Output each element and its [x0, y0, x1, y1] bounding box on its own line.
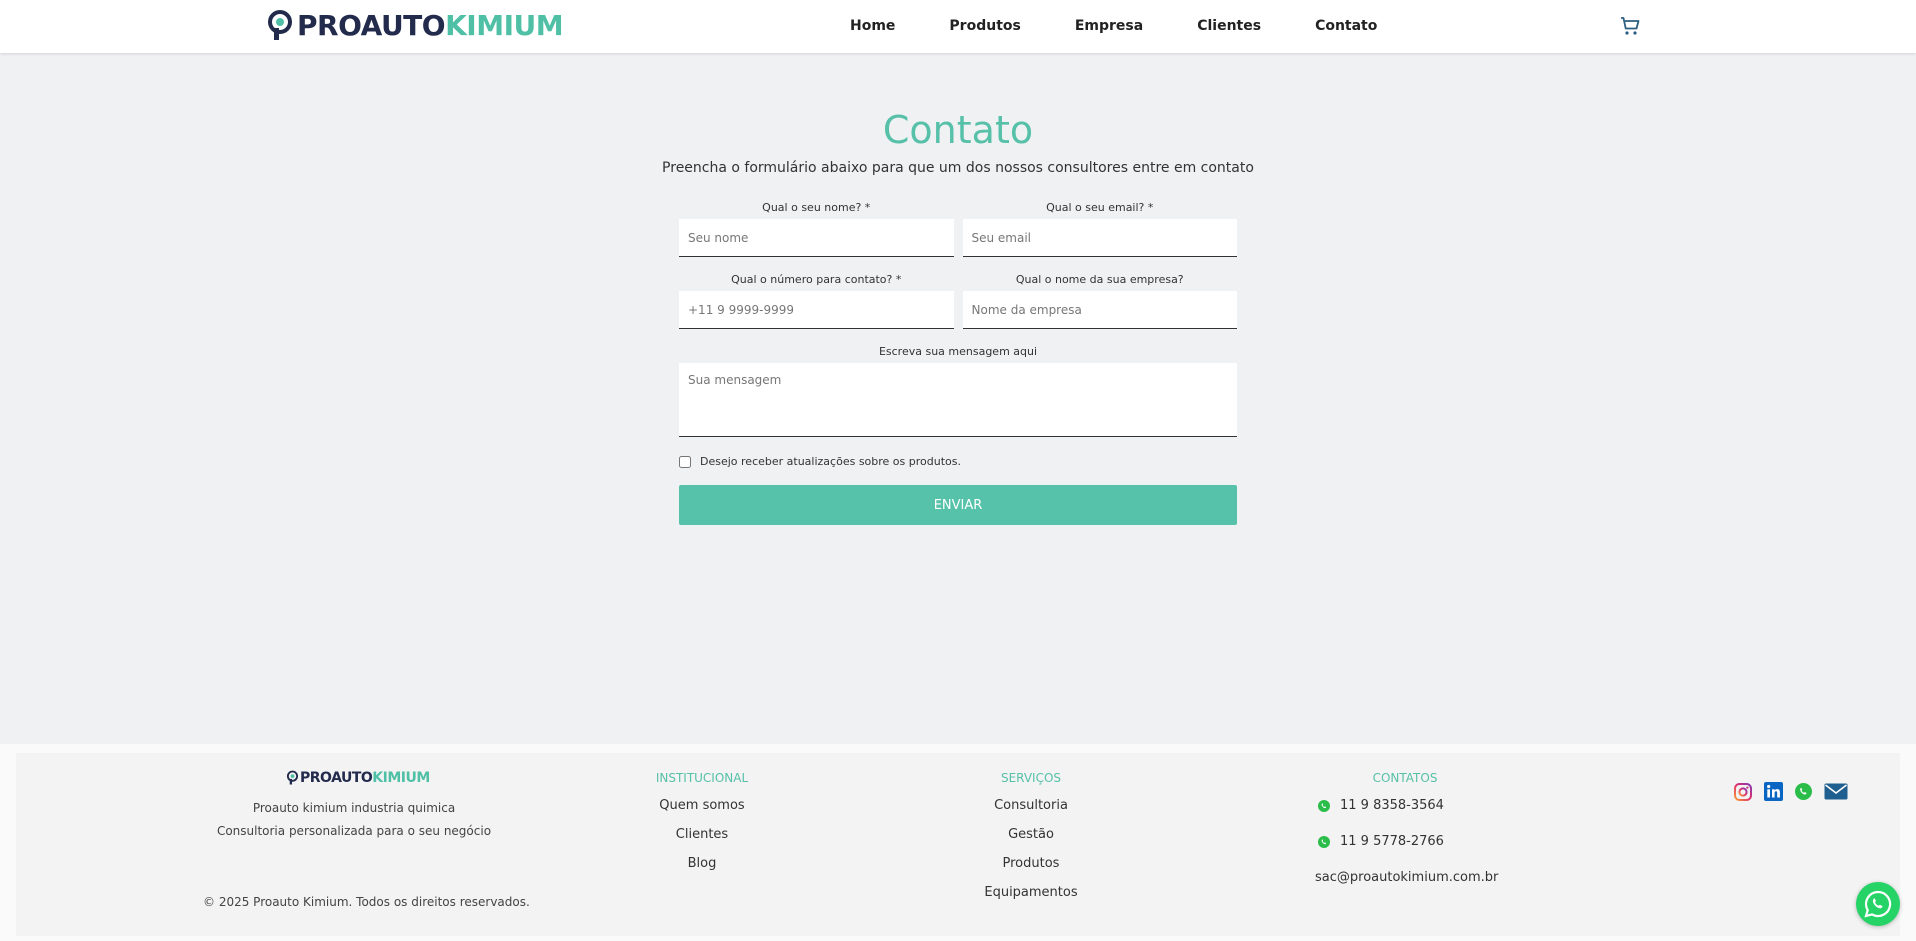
message-label: Escreva sua mensagem aqui [878, 345, 1038, 358]
email-input[interactable] [962, 219, 1237, 257]
page-subtitle: Preencha o formulário abaixo para que um… [662, 160, 1254, 176]
contact-form: Qual o seu nome? * Qual o seu email? * Q… [679, 199, 1237, 525]
newsletter-label: Desejo receber atualizações sobre os pro… [700, 455, 961, 468]
company-input[interactable] [962, 291, 1237, 329]
footer-copyright: © 2025 Proauto Kimium. Todos os direitos… [203, 895, 530, 909]
footer-description-line2: Consultoria personalizada para o seu neg… [216, 824, 492, 838]
linkedin-icon[interactable] [1764, 782, 1783, 801]
footer-phone-1-text: 11 9 8358-3564 [1340, 798, 1444, 813]
footer-contatos: CONTATOS [1355, 771, 1455, 791]
logo-mark-icon [268, 10, 292, 40]
footer-link-clientes[interactable]: Clientes [652, 820, 752, 849]
name-label: Qual o seu nome? * [762, 201, 871, 214]
footer-link-gestao[interactable]: Gestão [971, 820, 1091, 849]
newsletter-checkbox[interactable] [679, 455, 691, 468]
footer-contatos-title: CONTATOS [1372, 771, 1438, 785]
nav-contato[interactable]: Contato [1315, 17, 1377, 35]
footer-phone-2-text: 11 9 5778-2766 [1340, 834, 1444, 849]
phone-label: Qual o número para contato? * [731, 273, 902, 286]
footer-logo-mark-icon [286, 770, 299, 785]
footer-link-blog[interactable]: Blog [652, 849, 752, 878]
nav-produtos[interactable]: Produtos [949, 17, 1020, 35]
email-icon[interactable] [1824, 783, 1848, 800]
company-label: Qual o nome da sua empresa? [1015, 273, 1184, 286]
footer-link-quem-somos[interactable]: Quem somos [652, 791, 752, 820]
submit-button[interactable]: ENVIAR [679, 485, 1237, 525]
footer-servicos: SERVIÇOS Consultoria Gestão Produtos Equ… [971, 771, 1091, 907]
footer-link-consultoria[interactable]: Consultoria [971, 791, 1091, 820]
whatsapp-float-icon [1864, 890, 1892, 918]
nav-clientes[interactable]: Clientes [1197, 17, 1261, 35]
footer-brand-part2: KIMIUM [372, 770, 430, 786]
brand-name-part2: KIMIUM [445, 9, 564, 42]
page-title: Contato [882, 108, 1034, 152]
whatsapp-icon[interactable] [1795, 783, 1812, 800]
footer-link-equipamentos[interactable]: Equipamentos [971, 878, 1091, 907]
message-textarea[interactable] [679, 363, 1237, 437]
footer-phone-2[interactable]: 11 9 5778-2766 [1318, 834, 1444, 849]
footer-servicos-title: SERVIÇOS [1000, 771, 1062, 785]
social-links [1734, 782, 1848, 801]
whatsapp-small-icon [1318, 799, 1330, 812]
phone-input[interactable] [679, 291, 954, 329]
main-nav: Home Produtos Empresa Clientes Contato [850, 17, 1431, 35]
footer-phone-1[interactable]: 11 9 8358-3564 [1318, 798, 1444, 813]
whatsapp-float-button[interactable] [1856, 882, 1900, 926]
footer-institucional: INSTITUCIONAL Quem somos Clientes Blog [652, 771, 752, 878]
footer-link-produtos[interactable]: Produtos [971, 849, 1091, 878]
nav-empresa[interactable]: Empresa [1075, 17, 1143, 35]
site-header: PROAUTOKIMIUM Home Produtos Empresa Clie… [0, 0, 1916, 53]
footer-description-line1: Proauto kimium industria quimica [252, 801, 456, 815]
footer-brand-part1: PROAUTO [300, 770, 373, 786]
shopping-cart-icon[interactable] [1618, 14, 1642, 38]
email-label: Qual o seu email? * [1046, 201, 1154, 214]
brand-logo[interactable]: PROAUTOKIMIUM [266, 9, 564, 43]
nav-home[interactable]: Home [850, 17, 895, 35]
instagram-icon[interactable] [1734, 782, 1752, 801]
footer-email[interactable]: sac@proautokimium.com.br [1315, 870, 1498, 885]
name-input[interactable] [679, 219, 954, 257]
whatsapp-small-icon [1318, 835, 1330, 848]
brand-name-part1: PROAUTO [297, 9, 446, 42]
footer-logo[interactable]: PROAUTOKIMIUM [286, 770, 430, 786]
footer-institucional-title: INSTITUCIONAL [655, 771, 749, 785]
